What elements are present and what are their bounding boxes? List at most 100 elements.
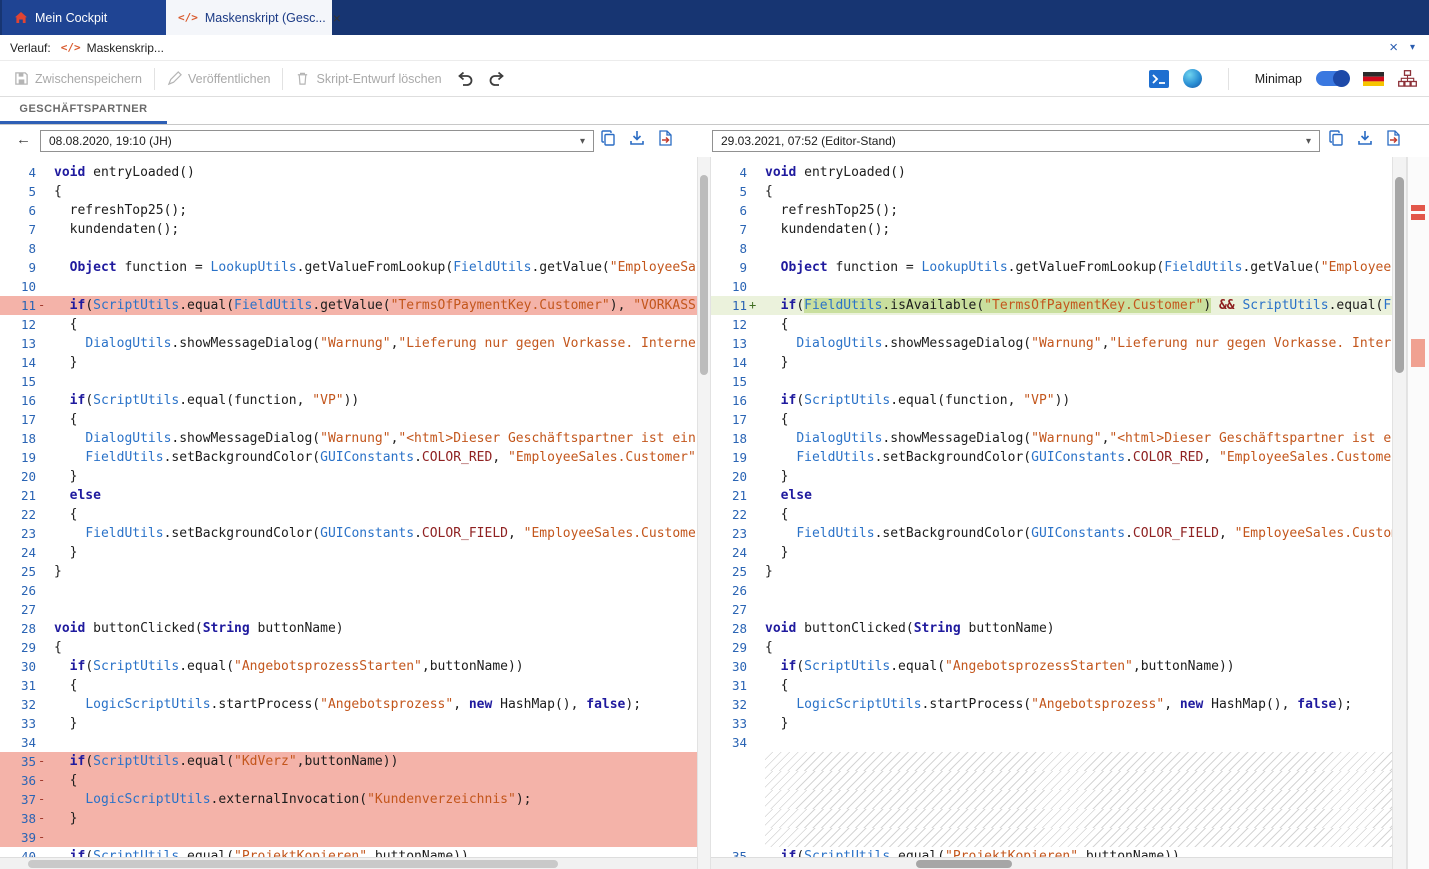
scrollbar-thumb[interactable] <box>1395 177 1404 373</box>
home-icon <box>14 11 28 24</box>
code-text: } <box>54 809 77 828</box>
diff-marker <box>747 695 761 714</box>
line-number: 17 <box>6 410 36 429</box>
code-line: 4 void entryLoaded() <box>0 163 697 182</box>
chevron-down-icon[interactable]: ▾ <box>1410 42 1415 53</box>
script-code-icon: </> <box>178 11 198 24</box>
line-number: 6 <box>717 201 747 220</box>
globe-sphere-icon[interactable] <box>1183 69 1202 88</box>
code-text: FieldUtils.setBackgroundColor(GUIConstan… <box>765 448 1392 467</box>
diff-change-marker[interactable] <box>1411 214 1425 220</box>
line-number: 11 <box>717 296 747 315</box>
scrollbar-thumb[interactable] <box>916 860 1012 868</box>
diff-marker <box>747 163 761 182</box>
active-tab-underline <box>0 121 167 124</box>
code-text: { <box>765 410 788 429</box>
code-line: 15 <box>711 372 1392 391</box>
undo-button[interactable] <box>456 71 474 87</box>
code-line: 25} <box>0 562 697 581</box>
diff-marker <box>747 315 761 334</box>
publish-button[interactable]: Veröffentlichen <box>167 71 270 86</box>
diff-delete-marker[interactable] <box>1411 339 1425 367</box>
code-text: { <box>54 505 77 524</box>
close-tab-icon[interactable]: × <box>333 10 341 26</box>
tab-mein-cockpit[interactable]: Mein Cockpit <box>2 0 166 35</box>
tab-geschaeftspartner[interactable]: GESCHÄFTSPARTNER <box>0 97 167 122</box>
diff-marker <box>36 600 50 619</box>
left-pane-horizontal-scrollbar <box>0 857 697 869</box>
code-text: } <box>765 562 773 581</box>
line-number: 37 <box>6 790 36 809</box>
diff-change-marker[interactable] <box>1411 205 1425 211</box>
diff-marker <box>36 410 50 429</box>
line-number: 4 <box>6 163 36 182</box>
console-icon[interactable] <box>1149 70 1169 88</box>
export-document-icon[interactable] <box>658 130 673 146</box>
line-number: 31 <box>717 676 747 695</box>
sitemap-icon[interactable] <box>1398 70 1417 87</box>
download-icon[interactable] <box>1357 130 1373 146</box>
scrollbar-thumb[interactable] <box>28 860 558 868</box>
line-number: 21 <box>6 486 36 505</box>
code-line: 18 DialogUtils.showMessageDialog("Warnun… <box>0 429 697 448</box>
code-line: 38- } <box>0 809 697 828</box>
line-number: 18 <box>6 429 36 448</box>
left-pane-vertical-scrollbar <box>697 157 711 869</box>
code-text: void entryLoaded() <box>54 163 195 182</box>
line-number: 38 <box>6 809 36 828</box>
history-bar: Verlauf: </> Maskenskrip... × ▾ <box>0 35 1429 61</box>
line-number: 9 <box>6 258 36 277</box>
scrollbar-thumb[interactable] <box>700 175 708 375</box>
code-line: 13 DialogUtils.showMessageDialog("Warnun… <box>711 334 1392 353</box>
back-arrow-icon[interactable]: ← <box>16 131 31 148</box>
line-number: 25 <box>717 562 747 581</box>
code-line: 22 { <box>0 505 697 524</box>
diff-marker: - <box>36 296 50 315</box>
line-number: 11 <box>6 296 36 315</box>
code-line: 29{ <box>711 638 1392 657</box>
diff-marker <box>747 448 761 467</box>
close-panel-icon[interactable]: × <box>1389 39 1398 56</box>
copy-icon[interactable] <box>600 130 616 146</box>
line-number: 23 <box>717 524 747 543</box>
line-number: 9 <box>717 258 747 277</box>
code-line: 12 { <box>0 315 697 334</box>
history-label: Verlauf: <box>10 41 51 55</box>
diff-marker: - <box>36 771 50 790</box>
code-text: if(ScriptUtils.equal(FieldUtils.getValue… <box>54 296 697 315</box>
redo-button[interactable] <box>488 71 506 87</box>
left-version-select[interactable]: 08.08.2020, 19:10 (JH) ▾ <box>40 130 594 152</box>
code-text: LogicScriptUtils.startProcess("Angebotsp… <box>765 695 1352 714</box>
delete-draft-button[interactable]: Skript-Entwurf löschen <box>295 71 441 86</box>
line-number: 15 <box>6 372 36 391</box>
line-number: 16 <box>717 391 747 410</box>
line-number: 27 <box>6 600 36 619</box>
diff-marker <box>747 657 761 676</box>
code-line: 27 <box>711 600 1392 619</box>
download-icon[interactable] <box>629 130 645 146</box>
line-number: 5 <box>6 182 36 201</box>
export-document-icon[interactable] <box>1386 130 1401 146</box>
history-entry[interactable]: Maskenskrip... <box>87 41 164 55</box>
code-text: void buttonClicked(String buttonName) <box>765 619 1055 638</box>
save-draft-button[interactable]: Zwischenspeichern <box>14 71 142 86</box>
diff-marker <box>747 809 761 828</box>
chevron-down-icon: ▾ <box>580 136 585 147</box>
right-version-select[interactable]: 29.03.2021, 07:52 (Editor-Stand) ▾ <box>712 130 1320 152</box>
diff-marker: - <box>36 752 50 771</box>
copy-icon[interactable] <box>1328 130 1344 146</box>
line-number: 20 <box>717 467 747 486</box>
diff-marker <box>747 619 761 638</box>
code-text: } <box>54 353 77 372</box>
minimap-toggle[interactable] <box>1316 71 1349 86</box>
code-line: 18 DialogUtils.showMessageDialog("Warnun… <box>711 429 1392 448</box>
code-line: 20 } <box>0 467 697 486</box>
code-line: 29{ <box>0 638 697 657</box>
code-text: { <box>765 182 773 201</box>
code-line: 34 <box>711 733 1392 752</box>
tab-maskenskript[interactable]: </> Maskenskript (Gesc... × <box>166 0 332 35</box>
toolbar: Zwischenspeichern Veröffentlichen Skript… <box>0 61 1429 97</box>
line-number: 21 <box>717 486 747 505</box>
diff-marker <box>747 790 761 809</box>
german-flag-icon[interactable] <box>1363 72 1384 86</box>
